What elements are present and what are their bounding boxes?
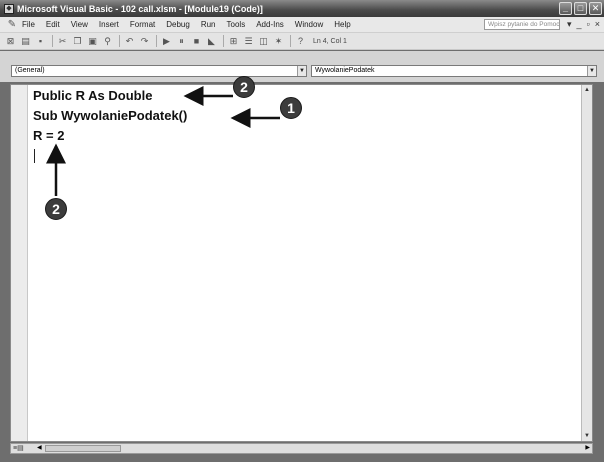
- callout-arrows: [46, 86, 280, 196]
- callout-badge: 2: [233, 76, 255, 98]
- callout-badge: 1: [280, 97, 302, 119]
- callout-badge: 2: [45, 198, 67, 220]
